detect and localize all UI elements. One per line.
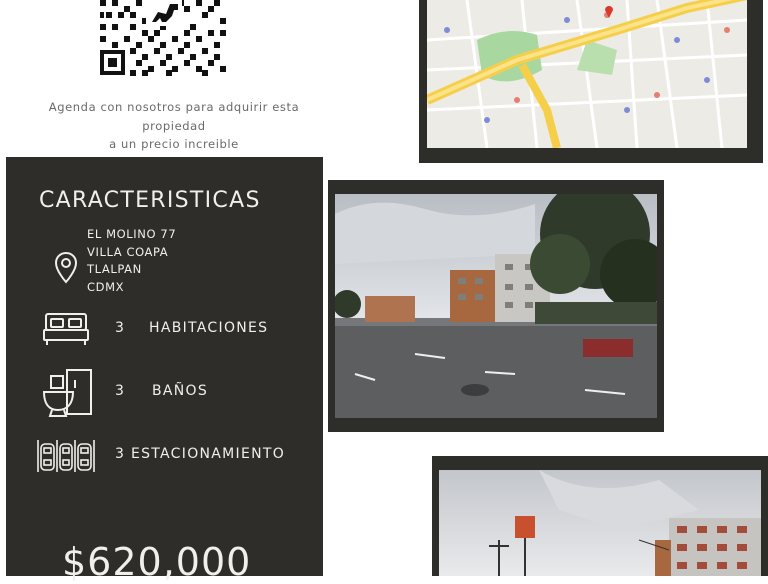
street-view-photo	[335, 194, 657, 418]
property-price: $620,000	[62, 540, 252, 584]
bathrooms-label: BAÑOS	[152, 383, 209, 399]
bathrooms-count: 3	[115, 383, 125, 399]
map-frame	[419, 0, 763, 163]
call-to-action-text: Agenda con nosotros para adquirir esta p…	[20, 98, 328, 154]
bedrooms-label: HABITACIONES	[149, 320, 269, 336]
address-line: TLALPAN	[87, 262, 142, 276]
bed-icon	[43, 312, 89, 352]
street-photo-frame	[328, 180, 664, 432]
property-address: EL MOLINO 77 VILLA COAPA TLALPAN CDMX	[87, 226, 176, 296]
address-line: CDMX	[87, 279, 125, 294]
qr-code	[100, 0, 228, 76]
bathroom-icon	[42, 368, 93, 422]
street-view-photo	[439, 470, 761, 576]
address-line: EL MOLINO 77	[87, 227, 177, 241]
features-title: CARACTERISTICAS	[39, 188, 261, 213]
cta-line-1: Agenda con nosotros para adquirir esta p…	[48, 100, 300, 133]
location-pin-icon	[54, 251, 78, 289]
bedrooms-count: 3	[115, 320, 125, 336]
cta-line-2: a un precio increible	[109, 137, 239, 151]
parking-label: 3 ESTACIONAMIENTO	[115, 446, 286, 462]
parking-icon	[37, 438, 95, 478]
street-photo-frame	[432, 456, 768, 576]
features-panel: CARACTERISTICAS EL MOLINO 77 VILLA COAPA…	[6, 157, 323, 584]
address-line: VILLA COAPA	[87, 244, 169, 259]
location-map	[427, 0, 747, 148]
